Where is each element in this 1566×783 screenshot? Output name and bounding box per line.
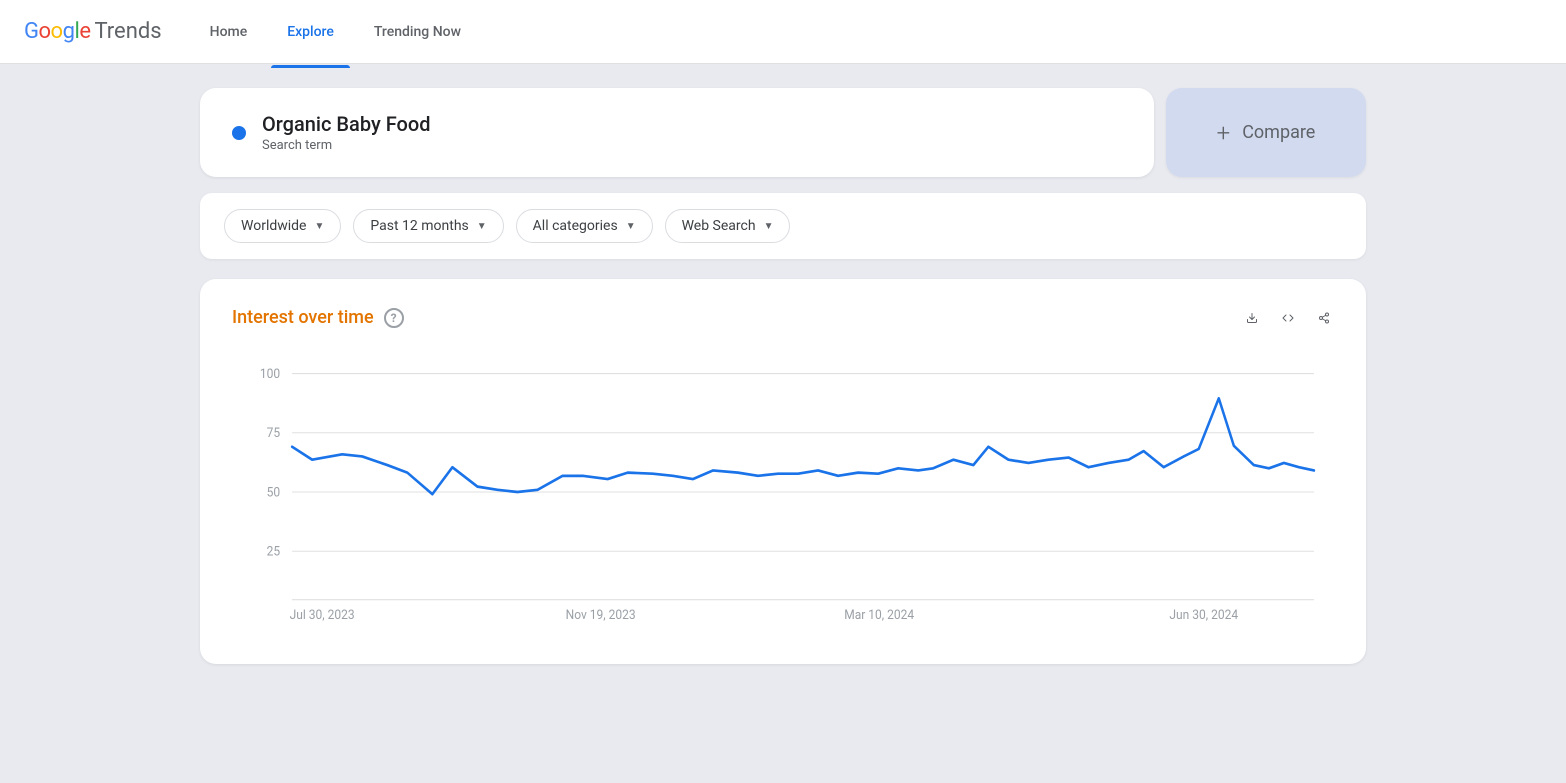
time-range-filter-label: Past 12 months: [370, 218, 468, 234]
main-content: Organic Baby Food Search term + Compare …: [0, 64, 1566, 783]
svg-text:Jun 30, 2024: Jun 30, 2024: [1169, 608, 1238, 624]
svg-text:Jul 30, 2023: Jul 30, 2023: [290, 608, 355, 624]
search-section: Organic Baby Food Search term + Compare: [200, 88, 1366, 177]
search-type-label: Search term: [262, 138, 431, 153]
search-type-filter[interactable]: Web Search ▼: [665, 209, 791, 243]
time-range-filter[interactable]: Past 12 months ▼: [353, 209, 503, 243]
search-type-dropdown-icon: ▼: [764, 221, 774, 232]
main-nav: Home Explore Trending Now: [194, 16, 477, 48]
nav-home[interactable]: Home: [194, 16, 264, 48]
svg-text:75: 75: [267, 426, 281, 442]
trends-logo-text: Trends: [94, 19, 161, 44]
interest-over-time-chart: 100 75 50 25 Jul 30, 2023 Nov 19, 2023 M…: [232, 352, 1334, 632]
logo: Google Trends: [24, 19, 162, 44]
nav-explore[interactable]: Explore: [271, 16, 350, 48]
compare-card[interactable]: + Compare: [1166, 88, 1366, 177]
search-card: Organic Baby Food Search term: [200, 88, 1154, 177]
chart-card: Interest over time ?: [200, 279, 1366, 664]
svg-text:25: 25: [267, 544, 281, 560]
help-icon[interactable]: ?: [384, 308, 404, 328]
location-filter[interactable]: Worldwide ▼: [224, 209, 341, 243]
svg-text:Nov 19, 2023: Nov 19, 2023: [566, 608, 636, 624]
location-filter-label: Worldwide: [241, 218, 306, 234]
category-filter-label: All categories: [533, 218, 618, 234]
compare-plus-icon: +: [1217, 119, 1231, 147]
chart-header: Interest over time ?: [232, 307, 1334, 328]
google-logo: Google: [24, 19, 90, 44]
chart-container: 100 75 50 25 Jul 30, 2023 Nov 19, 2023 M…: [232, 352, 1334, 636]
embed-icon[interactable]: [1278, 308, 1298, 328]
chart-title: Interest over time: [232, 307, 374, 328]
search-term-label: Organic Baby Food: [262, 112, 431, 136]
nav-trending-now[interactable]: Trending Now: [358, 16, 477, 48]
chart-title-group: Interest over time ?: [232, 307, 404, 328]
svg-text:Mar 10, 2024: Mar 10, 2024: [844, 608, 914, 624]
svg-text:100: 100: [260, 366, 280, 382]
chart-actions: [1242, 308, 1334, 328]
location-dropdown-icon: ▼: [314, 221, 324, 232]
header: Google Trends Home Explore Trending Now: [0, 0, 1566, 64]
compare-label: Compare: [1242, 122, 1315, 143]
search-type-filter-label: Web Search: [682, 218, 756, 234]
svg-text:50: 50: [267, 485, 281, 501]
share-icon[interactable]: [1314, 308, 1334, 328]
search-dot-indicator: [232, 126, 246, 140]
category-dropdown-icon: ▼: [626, 221, 636, 232]
download-icon[interactable]: [1242, 308, 1262, 328]
time-range-dropdown-icon: ▼: [477, 221, 487, 232]
search-info: Organic Baby Food Search term: [262, 112, 431, 153]
filters-bar: Worldwide ▼ Past 12 months ▼ All categor…: [200, 193, 1366, 259]
category-filter[interactable]: All categories ▼: [516, 209, 653, 243]
